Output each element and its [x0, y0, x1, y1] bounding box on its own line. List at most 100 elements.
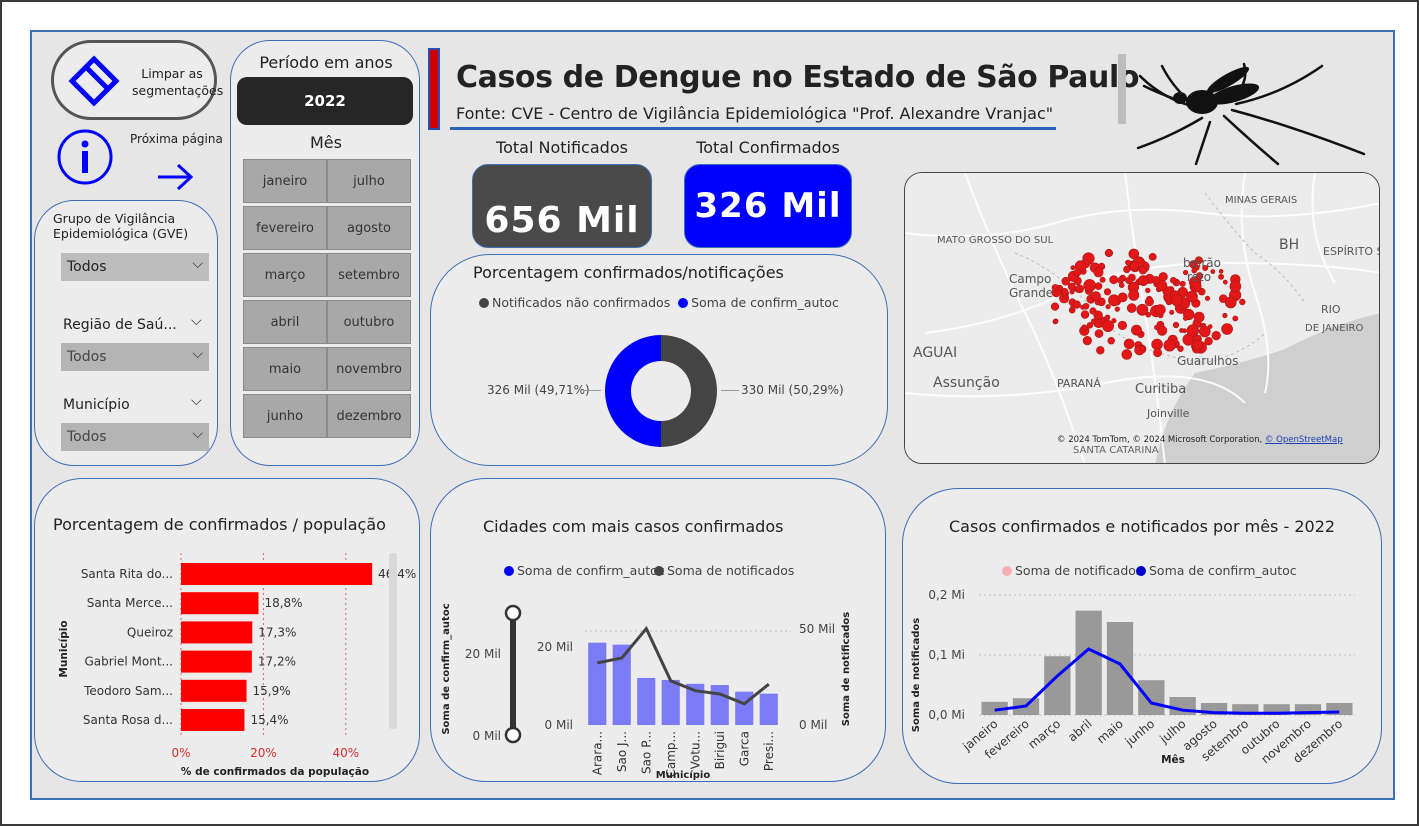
map-marker[interactable] [1070, 265, 1076, 271]
map-marker[interactable] [1154, 324, 1160, 331]
map-marker[interactable] [1224, 296, 1237, 309]
map-marker[interactable] [1239, 298, 1246, 306]
map-marker[interactable] [1123, 265, 1131, 274]
map-marker[interactable] [1093, 310, 1103, 320]
map-marker[interactable] [1128, 289, 1140, 301]
map-marker[interactable] [1151, 338, 1163, 351]
map-marker[interactable] [1186, 290, 1198, 303]
map-marker[interactable] [1072, 300, 1081, 309]
map-marker[interactable] [1151, 276, 1161, 285]
map-marker[interactable] [1107, 337, 1115, 345]
gve-dropdown[interactable]: Todos ⌵ [61, 253, 209, 281]
map-marker[interactable] [1182, 315, 1188, 321]
map-marker[interactable] [1158, 272, 1168, 282]
map-marker[interactable] [1169, 309, 1175, 315]
map-marker[interactable] [1053, 318, 1059, 324]
map-marker[interactable] [1222, 312, 1228, 319]
map-marker[interactable] [1123, 338, 1135, 350]
month-button-novembro[interactable]: novembro [327, 347, 411, 391]
bar[interactable] [1075, 610, 1102, 715]
map-marker[interactable] [1080, 310, 1090, 319]
map-marker[interactable] [1121, 349, 1133, 360]
map-marker[interactable] [1125, 277, 1133, 285]
map-marker[interactable] [1192, 339, 1203, 351]
map-marker[interactable] [1104, 315, 1109, 321]
map-marker[interactable] [1130, 260, 1140, 271]
municipio-dropdown[interactable]: Todos ⌵ [61, 423, 209, 451]
map-marker[interactable] [1090, 291, 1101, 302]
map-marker[interactable] [1154, 304, 1166, 316]
bar[interactable] [588, 642, 607, 725]
regiao-dropdown[interactable]: Todos ⌵ [61, 343, 209, 371]
clear-filters-button[interactable]: Limpar as segmentações [51, 40, 223, 120]
map-marker[interactable] [1139, 345, 1146, 351]
map-marker[interactable] [1131, 324, 1142, 336]
donut-slice-confirmados[interactable] [605, 335, 661, 447]
map-marker[interactable] [1118, 282, 1125, 288]
map-marker[interactable] [1144, 297, 1154, 307]
map-marker[interactable] [1211, 331, 1221, 341]
map-marker[interactable] [1094, 329, 1104, 338]
map-marker[interactable] [1207, 324, 1213, 329]
map-marker[interactable] [1114, 306, 1120, 312]
map-marker[interactable] [1136, 303, 1149, 316]
map-marker[interactable] [1210, 269, 1216, 274]
bar[interactable] [661, 679, 680, 725]
map-attribution-link[interactable]: © OpenStreetMap [1265, 435, 1343, 445]
map-marker[interactable] [1061, 287, 1069, 296]
bar[interactable] [735, 691, 754, 725]
map-marker[interactable] [1137, 275, 1149, 286]
map-marker[interactable] [1069, 289, 1075, 295]
month-button-janeiro[interactable]: janeiro [243, 159, 327, 203]
map-marker[interactable] [1105, 304, 1111, 310]
month-button-fevereiro[interactable]: fevereiro [243, 206, 327, 250]
year-button[interactable]: 2022 [237, 77, 413, 125]
map-marker[interactable] [1186, 324, 1199, 337]
map-marker[interactable] [1204, 295, 1211, 301]
chevron-down-icon[interactable]: ⌵ [191, 313, 202, 329]
map-marker[interactable] [1172, 321, 1180, 329]
bar[interactable] [637, 677, 656, 725]
map-marker[interactable] [1179, 280, 1186, 287]
map-marker[interactable] [1153, 348, 1162, 358]
bar[interactable] [759, 693, 778, 725]
map-marker[interactable] [1081, 324, 1088, 331]
month-button-abril[interactable]: abril [243, 300, 327, 344]
map-marker[interactable] [1094, 282, 1103, 290]
chevron-down-icon[interactable]: ⌵ [191, 393, 202, 409]
map-marker[interactable] [1170, 294, 1183, 307]
map-marker[interactable] [1125, 259, 1131, 266]
map-marker[interactable] [1109, 275, 1119, 285]
month-button-agosto[interactable]: agosto [327, 206, 411, 250]
map-marker[interactable] [1075, 284, 1084, 294]
map-marker[interactable] [1082, 303, 1090, 310]
range-slider-handle[interactable] [504, 726, 522, 744]
map-marker[interactable] [1148, 253, 1157, 261]
map-marker[interactable] [1179, 328, 1184, 333]
month-button-dezembro[interactable]: dezembro [327, 394, 411, 438]
bar[interactable] [181, 592, 259, 615]
month-button-junho[interactable]: junho [243, 394, 327, 438]
map-marker[interactable] [1218, 269, 1224, 274]
month-button-maio[interactable]: maio [243, 347, 327, 391]
bar[interactable] [1106, 622, 1134, 715]
map-marker[interactable] [1126, 303, 1137, 313]
map-marker[interactable] [1083, 279, 1096, 292]
bar[interactable] [181, 621, 253, 644]
map-marker[interactable] [1222, 279, 1228, 285]
map-marker[interactable] [1093, 267, 1104, 278]
map-marker[interactable] [1090, 318, 1097, 324]
map-marker[interactable] [1082, 336, 1092, 346]
map-marker[interactable] [1117, 320, 1127, 330]
month-button-setembro[interactable]: setembro [327, 253, 411, 297]
map-marker[interactable] [1232, 315, 1239, 322]
map-marker[interactable] [1099, 276, 1106, 283]
map-marker[interactable] [1190, 285, 1196, 291]
bar[interactable] [181, 679, 247, 702]
map-marker[interactable] [1102, 320, 1115, 333]
donut-slice-notificados[interactable] [661, 335, 717, 447]
bar[interactable] [181, 709, 245, 731]
map-marker[interactable] [1138, 265, 1148, 275]
bar[interactable] [181, 563, 373, 585]
map-marker[interactable] [1050, 302, 1060, 311]
